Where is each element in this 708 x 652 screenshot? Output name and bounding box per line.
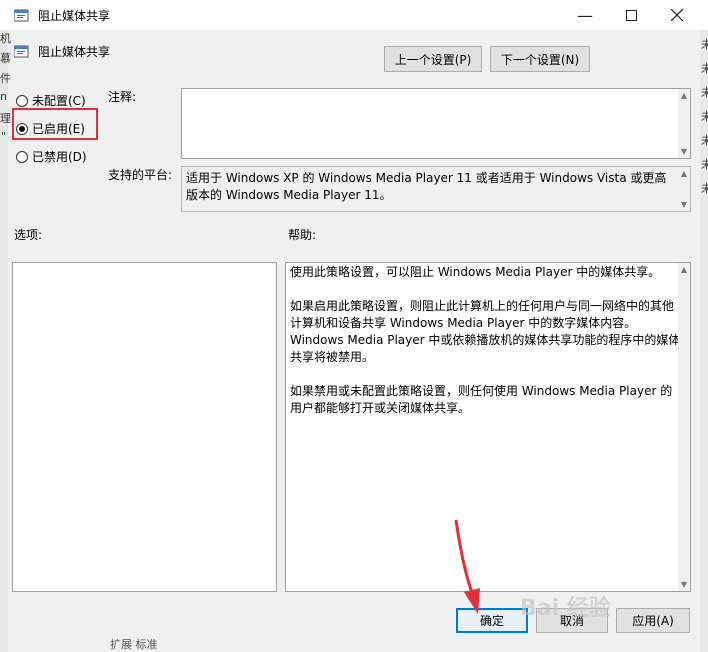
options-panel [12, 262, 277, 592]
scroll-up-icon[interactable]: ▲ [678, 91, 690, 100]
bg-right-char: 未 [701, 38, 708, 51]
bg-right-char: 未 [701, 158, 708, 171]
platform-line: 版本的 Windows Media Player 11。 [186, 188, 392, 202]
radio-button[interactable] [16, 122, 28, 135]
window-title: 阻止媒体共享 [38, 9, 111, 23]
minimize-icon: — [577, 5, 593, 25]
prev-setting-button[interactable]: 上一个设置(P) [384, 46, 482, 72]
radio-button[interactable] [16, 150, 28, 163]
minimize-button[interactable]: — [562, 0, 608, 30]
policy-icon [14, 45, 29, 58]
platform-box: 适用于 Windows XP 的 Windows Media Player 11… [181, 166, 691, 212]
platform-line: 适用于 Windows XP 的 Windows Media Player 11… [186, 171, 667, 185]
comment-scrollbar[interactable]: ▲ ▼ [678, 89, 690, 158]
bg-right-char: 未 [701, 134, 708, 147]
scroll-up-icon[interactable]: ▲ [678, 265, 690, 274]
bg-right-char: 未 [701, 182, 708, 195]
apply-button[interactable]: 应用(A) [616, 608, 690, 633]
bg-left-char: n [0, 90, 7, 103]
bg-left-char: 机 [0, 32, 11, 45]
platform-label: 支持的平台: [108, 168, 173, 182]
radio-disabled[interactable]: 已禁用(D) [16, 148, 87, 165]
maximize-button[interactable] [608, 0, 654, 30]
bg-right-char: 未 [701, 62, 708, 75]
radio-button[interactable] [16, 94, 28, 107]
bg-left-char: 理 [0, 112, 11, 125]
radio-label: 未配置(C) [32, 94, 86, 108]
comment-textarea[interactable]: ▲ ▼ [181, 88, 691, 159]
close-button[interactable] [654, 0, 700, 30]
close-icon [671, 9, 683, 21]
scroll-down-icon[interactable]: ▼ [678, 147, 690, 156]
policy-window-icon [14, 9, 29, 22]
help-text: 使用此策略设置，可以阻止 Windows Media Player 中的媒体共享… [290, 264, 680, 434]
help-panel: 使用此策略设置，可以阻止 Windows Media Player 中的媒体共享… [285, 262, 691, 592]
bg-right-char: 未 [701, 110, 708, 123]
platform-text: 适用于 Windows XP 的 Windows Media Player 11… [186, 170, 666, 204]
policy-name: 阻止媒体共享 [38, 45, 111, 59]
cancel-button[interactable]: 取消 [536, 608, 608, 633]
next-setting-button[interactable]: 下一个设置(N) [490, 46, 590, 72]
maximize-icon [625, 9, 637, 21]
radio-enabled[interactable]: 已启用(E) [16, 120, 85, 137]
radio-label: 已禁用(D) [32, 150, 87, 164]
options-label: 选项: [14, 228, 43, 242]
scroll-down-icon[interactable]: ▼ [678, 200, 690, 209]
platform-scrollbar[interactable]: ▲ ▼ [678, 167, 690, 211]
bg-left-char: 件 [0, 72, 11, 85]
help-paragraph: 使用此策略设置，可以阻止 Windows Media Player 中的媒体共享… [290, 265, 661, 279]
bg-left-char: " [1, 130, 7, 143]
help-label: 帮助: [288, 228, 317, 242]
bg-bottom-tabs: 扩展 标准 [110, 638, 158, 651]
radio-label: 已启用(E) [32, 122, 85, 136]
help-paragraph: 如果禁用或未配置此策略设置，则任何使用 Windows Media Player… [290, 384, 673, 415]
help-scrollbar[interactable]: ▲ ▼ [678, 263, 690, 591]
scroll-up-icon[interactable]: ▲ [678, 169, 690, 178]
bg-right-char: 未 [701, 86, 708, 99]
comment-label: 注释: [108, 90, 137, 104]
scroll-down-icon[interactable]: ▼ [678, 580, 690, 589]
bg-left-char: 慕 [0, 52, 11, 65]
radio-not-configured[interactable]: 未配置(C) [16, 92, 86, 109]
ok-button[interactable]: 确定 [456, 608, 528, 633]
help-paragraph: 如果启用此策略设置，则阻止此计算机上的任何用户与同一网络中的其他 计算机和设备共… [290, 299, 681, 364]
